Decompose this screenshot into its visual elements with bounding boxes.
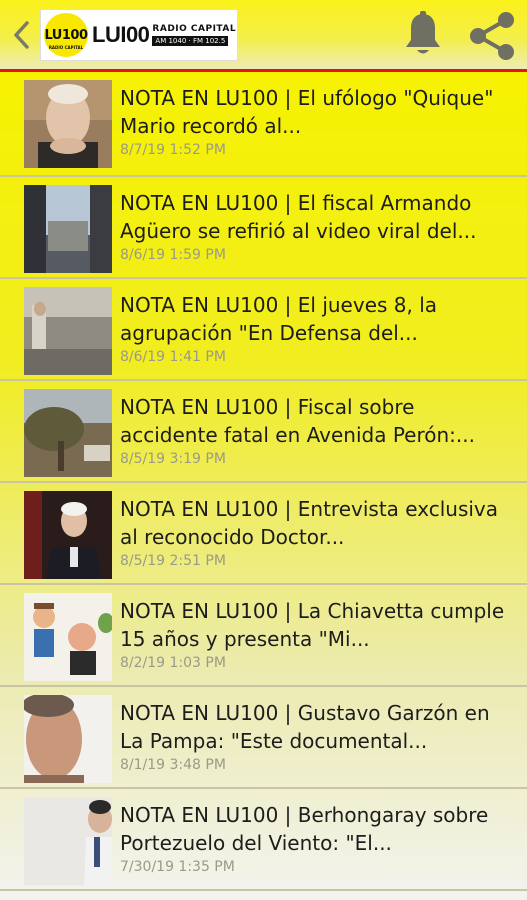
news-title: NOTA EN LU100 | Entrevista exclusiva al … <box>120 497 499 549</box>
news-date: 8/7/19 1:52 PM <box>120 142 226 158</box>
list-item[interactable]: NOTA EN LU100 | Fiscal sobre accidente f… <box>0 381 527 483</box>
news-title: NOTA EN LU100 | Gustavo Garzón en La Pam… <box>120 701 490 753</box>
news-thumbnail <box>24 593 112 681</box>
news-title: NOTA EN LU100 | El fiscal Armando Agüero… <box>120 191 477 243</box>
news-list: NOTA EN LU100 | El ufólogo "Quique" Mari… <box>0 72 527 891</box>
list-item[interactable]: NOTA EN LU100 | Gustavo Garzón en La Pam… <box>0 687 527 789</box>
news-thumbnail <box>24 287 112 375</box>
logo-disc: LU100 RADIO CAPITAL <box>44 13 88 57</box>
news-title: NOTA EN LU100 | La Chiavetta cumple 15 a… <box>120 599 505 651</box>
bell-icon <box>406 11 440 54</box>
back-button[interactable] <box>8 18 34 52</box>
chevron-left-icon <box>14 21 29 49</box>
logo-disc-text: LU100 <box>44 27 88 43</box>
logo-name: LUI00 <box>92 22 150 47</box>
logo-radio-label: RADIO CAPITAL <box>152 24 237 34</box>
news-title: NOTA EN LU100 | Berhongaray sobre Portez… <box>120 803 489 855</box>
notifications-button[interactable] <box>402 10 444 58</box>
list-item[interactable]: NOTA EN LU100 | El jueves 8, la agrupaci… <box>0 279 527 381</box>
news-date: 8/6/19 1:41 PM <box>120 349 226 365</box>
news-title: NOTA EN LU100 | El jueves 8, la agrupaci… <box>120 293 438 345</box>
news-thumbnail <box>24 695 112 783</box>
share-button[interactable] <box>466 10 518 62</box>
news-thumbnail <box>24 185 112 273</box>
news-thumbnail <box>24 797 112 885</box>
logo-frequency: AM 1040 · FM 102.5 <box>152 36 229 46</box>
news-thumbnail <box>24 389 112 477</box>
news-date: 7/30/19 1:35 PM <box>120 859 235 875</box>
app-toolbar: LU100 RADIO CAPITAL LUI00 RADIO CAPITAL … <box>0 0 527 72</box>
news-title: NOTA EN LU100 | Fiscal sobre accidente f… <box>120 395 475 447</box>
list-item[interactable]: NOTA EN LU100 | El ufólogo "Quique" Mari… <box>0 72 527 177</box>
news-thumbnail <box>24 491 112 579</box>
logo-disc-sub: RADIO CAPITAL <box>48 45 84 50</box>
share-icon <box>470 12 514 60</box>
news-date: 8/5/19 2:51 PM <box>120 553 226 569</box>
list-item[interactable]: NOTA EN LU100 | Berhongaray sobre Portez… <box>0 789 527 891</box>
list-item[interactable]: NOTA EN LU100 | La Chiavetta cumple 15 a… <box>0 585 527 687</box>
news-thumbnail <box>24 80 112 168</box>
list-item[interactable]: NOTA EN LU100 | El fiscal Armando Agüero… <box>0 177 527 279</box>
logo-radio-block: RADIO CAPITAL AM 1040 · FM 102.5 <box>152 24 236 46</box>
news-date: 8/6/19 1:59 PM <box>120 247 226 263</box>
station-logo[interactable]: LU100 RADIO CAPITAL LUI00 RADIO CAPITAL … <box>40 9 238 61</box>
news-date: 8/5/19 3:19 PM <box>120 451 226 467</box>
news-title: NOTA EN LU100 | El ufólogo "Quique" Mari… <box>120 86 494 138</box>
news-date: 8/2/19 1:03 PM <box>120 655 226 671</box>
news-date: 8/1/19 3:48 PM <box>120 757 226 773</box>
list-item[interactable]: NOTA EN LU100 | Entrevista exclusiva al … <box>0 483 527 585</box>
